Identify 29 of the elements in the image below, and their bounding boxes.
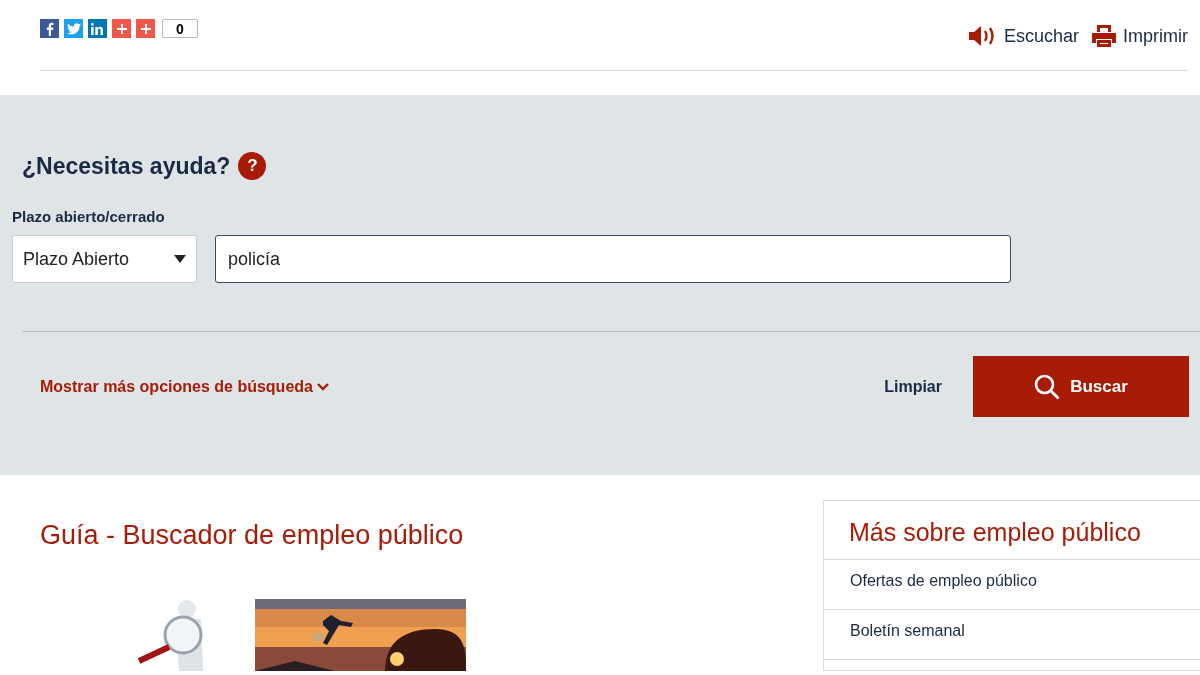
share-count: 0 [162,19,198,38]
share-button[interactable] [40,19,59,38]
plus-icon [140,23,151,34]
help-button[interactable]: ? [238,152,267,180]
sidebar-link[interactable]: Boletín semanal [824,610,1200,660]
search-icon [1034,373,1061,400]
share-button[interactable] [136,19,155,38]
search-title: ¿Necesitas ayuda? [22,152,231,180]
printer-icon [1091,24,1117,48]
status-select[interactable]: Plazo Abierto [12,235,197,283]
facebook-icon [45,21,54,36]
print-link[interactable]: Imprimir [1091,24,1188,48]
share-button[interactable] [88,19,107,38]
plus-icon [116,23,127,34]
bird-icon [66,22,81,35]
share-button[interactable] [64,19,83,38]
caret-icon [174,255,186,263]
field-label: Plazo abierto/cerrado [12,208,166,225]
search-button[interactable]: Buscar [973,356,1189,417]
sidebar-link[interactable]: Ofertas de empleo público [824,560,1200,610]
linkedin-icon [91,22,104,35]
more-options-link[interactable]: Mostrar más opciones de búsqueda [40,377,329,396]
share-button[interactable] [112,19,131,38]
guide-title: Guía - Buscador de empleo público [40,520,465,551]
search-field[interactable]: policía [215,235,1011,283]
clear-link[interactable]: Limpiar [884,377,942,396]
listen-link[interactable]: Escuchar [967,24,1079,48]
chevron-down-icon [316,382,329,391]
sidebar-title: Más sobre empleo público [824,501,1200,560]
